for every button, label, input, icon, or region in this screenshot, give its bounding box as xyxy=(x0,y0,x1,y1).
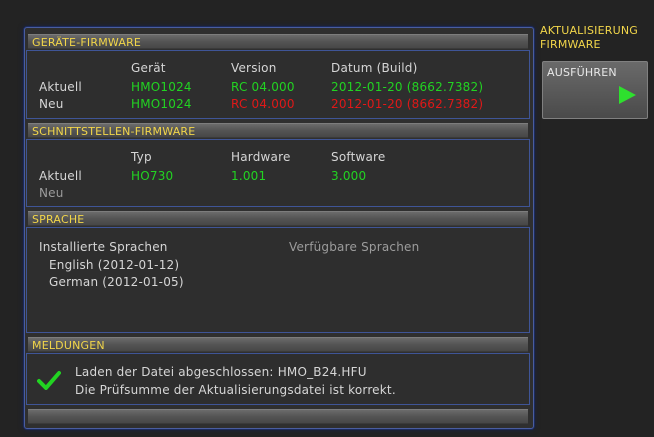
interface-hardware: 1.001 xyxy=(231,169,267,183)
softkey-title: AKTUALISIERUNG FIRMWARE xyxy=(540,24,650,52)
messages-header: MELDUNGEN xyxy=(28,337,528,352)
message-line-1: Laden der Datei abgeschlossen: HMO_B24.H… xyxy=(75,365,367,379)
message-line-2: Die Prüfsumme der Aktualisierungsdatei i… xyxy=(75,383,396,397)
installed-language-item: German (2012-01-05) xyxy=(49,275,184,289)
softkey-title-line-1: AKTUALISIERUNG xyxy=(540,24,638,37)
device-firmware-section: Gerät Version Datum (Build) Aktuell HMO1… xyxy=(26,50,530,119)
col-software-label: Software xyxy=(331,150,386,164)
footer-bar xyxy=(28,409,528,424)
execute-button-label: AUSFÜHREN xyxy=(547,66,617,79)
interface-current-label: Aktuell xyxy=(39,169,82,183)
available-languages-label: Verfügbare Sprachen xyxy=(289,240,420,254)
interface-new-label: Neu xyxy=(39,186,64,200)
current-version: RC 04.000 xyxy=(231,80,295,94)
language-section: Installierte Sprachen Verfügbare Sprache… xyxy=(26,227,530,333)
col-type-label: Typ xyxy=(131,150,152,164)
interface-firmware-section: Typ Hardware Software Aktuell HO730 1.00… xyxy=(26,139,530,207)
installed-languages-label: Installierte Sprachen xyxy=(39,240,168,254)
col-date-label: Datum (Build) xyxy=(331,61,418,75)
new-date: 2012-01-20 (8662.7382) xyxy=(331,97,484,111)
interface-firmware-header: SCHNITTSTELLEN-FIRMWARE xyxy=(28,123,528,138)
device-firmware-header: GERÄTE-FIRMWARE xyxy=(28,34,528,49)
check-icon xyxy=(37,370,61,394)
new-row-label: Neu xyxy=(39,97,64,111)
current-row-label: Aktuell xyxy=(39,80,82,94)
col-hardware-label: Hardware xyxy=(231,150,291,164)
execute-button[interactable]: AUSFÜHREN xyxy=(542,61,648,119)
new-version: RC 04.000 xyxy=(231,97,295,111)
softkey-title-line-2: FIRMWARE xyxy=(540,38,601,51)
current-device: HMO1024 xyxy=(131,80,192,94)
col-device-label: Gerät xyxy=(131,61,166,75)
interface-type: HO730 xyxy=(131,169,174,183)
play-icon xyxy=(617,85,637,109)
messages-section: Laden der Datei abgeschlossen: HMO_B24.H… xyxy=(26,353,530,405)
new-device: HMO1024 xyxy=(131,97,192,111)
interface-software: 3.000 xyxy=(331,169,367,183)
language-header: SPRACHE xyxy=(28,211,528,226)
firmware-update-panel: GERÄTE-FIRMWARE Gerät Version Datum (Bui… xyxy=(24,27,534,429)
col-version-label: Version xyxy=(231,61,277,75)
current-date: 2012-01-20 (8662.7382) xyxy=(331,80,484,94)
installed-language-item: English (2012-01-12) xyxy=(49,258,180,272)
